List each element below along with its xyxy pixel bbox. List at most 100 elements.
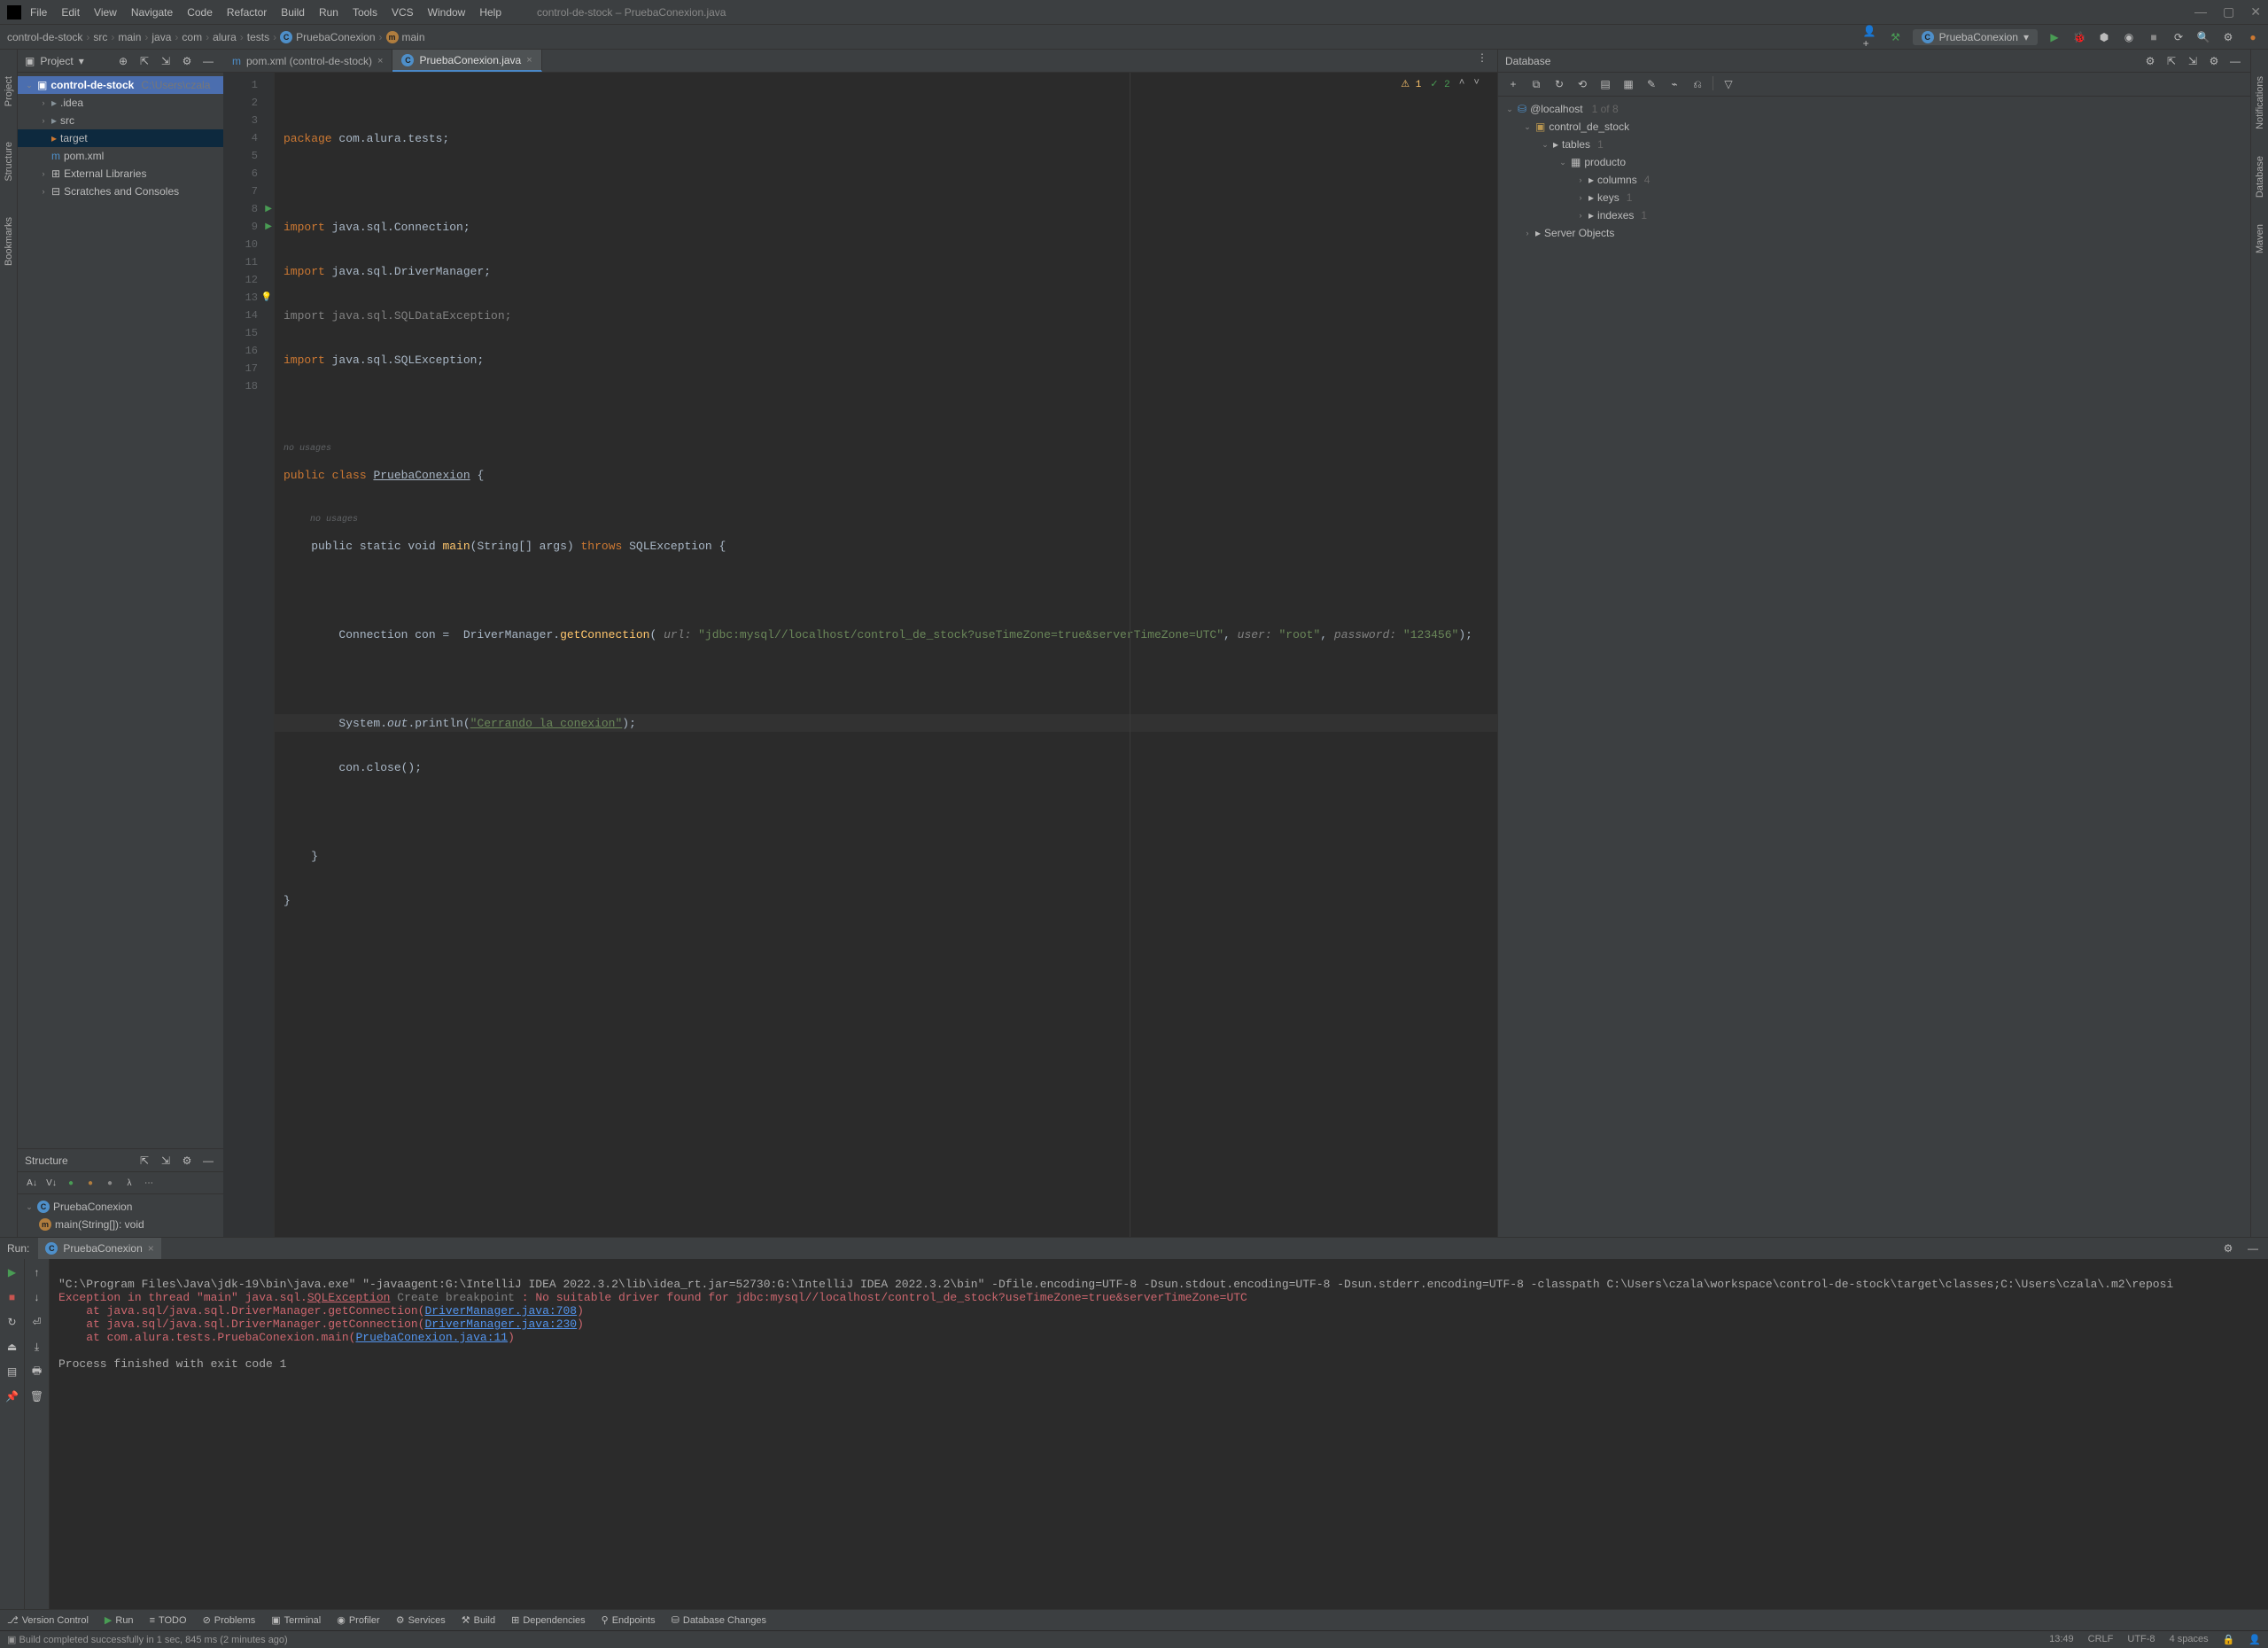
gear-icon[interactable]: ⚙	[179, 53, 195, 69]
exit-icon[interactable]: ⏏	[4, 1339, 20, 1355]
chevron-down-icon[interactable]: ▾	[79, 55, 84, 67]
print-icon[interactable]: 🖶	[29, 1364, 45, 1380]
console-icon[interactable]: ▤	[1597, 76, 1613, 92]
stop-icon[interactable]: ■	[4, 1289, 20, 1305]
edit-icon[interactable]: ✎	[1643, 76, 1659, 92]
readonly-icon[interactable]: 🔒	[2223, 1634, 2235, 1645]
profile-icon[interactable]: ◉	[2121, 29, 2137, 45]
menu-vcs[interactable]: VCS	[392, 6, 414, 19]
avatar-icon[interactable]: ●	[2245, 29, 2261, 45]
run-gutter-icon[interactable]: ▶	[265, 222, 272, 232]
collapse-all-icon[interactable]: ⇲	[158, 53, 174, 69]
tree-row[interactable]: ▸target	[18, 129, 223, 147]
db-columns[interactable]: ›▸columns4	[1498, 171, 2250, 189]
build-icon[interactable]: ⚒	[1888, 29, 1904, 45]
collapse-icon[interactable]: ⇲	[158, 1153, 174, 1169]
inspection-widget[interactable]: ⚠ 1 ✓ 2 ˄˅	[1401, 78, 1480, 90]
sort-alpha-icon[interactable]: A↓	[25, 1176, 39, 1190]
git-update-icon[interactable]: ⟳	[2171, 29, 2186, 45]
tree-row[interactable]: ›▸src	[18, 112, 223, 129]
crumb[interactable]: main	[402, 31, 425, 43]
endpoints-tab[interactable]: ⚲ Endpoints	[602, 1614, 656, 1626]
show-anon-icon[interactable]: ●	[103, 1176, 117, 1190]
tree-row[interactable]: ›⊟Scratches and Consoles	[18, 183, 223, 200]
editor-body[interactable]: 1 2 3 4 5 6 7 8▶ 9▶ 10 11 12 13💡 14 15 1…	[223, 73, 1497, 1237]
tree-row[interactable]: ›▸.idea	[18, 94, 223, 112]
debug-icon[interactable]: 🐞	[2071, 29, 2087, 45]
crumb[interactable]: src	[93, 31, 107, 43]
db-indexes[interactable]: ›▸indexes1	[1498, 206, 2250, 224]
more-icon[interactable]: ⋯	[142, 1176, 156, 1190]
add-config-icon[interactable]: 👤+	[1863, 29, 1879, 45]
menu-refactor[interactable]: Refactor	[227, 6, 267, 19]
project-tree[interactable]: ⌄ ▣ control-de-stock C:\Users\czala ›▸.i…	[18, 73, 223, 232]
crumb[interactable]: alura	[213, 31, 237, 43]
run-config-selector[interactable]: C PruebaConexion ▾	[1913, 29, 2038, 45]
maven-tab[interactable]: Maven	[2255, 224, 2265, 253]
run-tab[interactable]: ▶ Run	[105, 1614, 134, 1626]
menu-code[interactable]: Code	[187, 6, 213, 19]
structure-tree[interactable]: ⌄ C PruebaConexion m main(String[]): voi…	[18, 1194, 223, 1237]
show-fields-icon[interactable]: ●	[64, 1176, 78, 1190]
minimize-icon[interactable]: —	[2194, 4, 2207, 19]
sort-vis-icon[interactable]: V↓	[44, 1176, 58, 1190]
database-tree[interactable]: ⌄ ⛁ @localhost 1 of 8 ⌄▣control_de_stock…	[1498, 97, 2250, 245]
editor-tab-java[interactable]: C PruebaConexion.java ×	[392, 50, 541, 72]
gear-icon[interactable]: ⚙	[2142, 53, 2158, 69]
bulb-icon[interactable]: 💡	[261, 292, 272, 303]
menu-run[interactable]: Run	[319, 6, 338, 19]
run-icon[interactable]: ▶	[2047, 29, 2062, 45]
crumb[interactable]: com	[182, 31, 202, 43]
up-icon[interactable]: ↑	[29, 1264, 45, 1280]
crumb[interactable]: tests	[247, 31, 269, 43]
code-editor[interactable]: ⚠ 1 ✓ 2 ˄˅ package com.alura.tests; impo…	[275, 73, 1497, 1237]
down-icon[interactable]: ↓	[29, 1289, 45, 1305]
show-inherited-icon[interactable]: ●	[83, 1176, 97, 1190]
pin-icon[interactable]: 📌	[4, 1388, 20, 1404]
expand-icon[interactable]: ⇱	[136, 1153, 152, 1169]
tree-row[interactable]: mpom.xml	[18, 147, 223, 165]
db-server-objects[interactable]: ›▸Server Objects	[1498, 224, 2250, 242]
dependencies-tab[interactable]: ⊞ Dependencies	[511, 1614, 586, 1626]
db-keys[interactable]: ›▸keys1	[1498, 189, 2250, 206]
restart-icon[interactable]: ↻	[4, 1314, 20, 1330]
duplicate-icon[interactable]: ⧉	[1528, 76, 1544, 92]
settings-icon[interactable]: ⚙	[2220, 29, 2236, 45]
project-tool-tab[interactable]: Project	[4, 76, 14, 106]
profiler-tab[interactable]: ◉ Profiler	[337, 1614, 379, 1626]
console-output[interactable]: "C:\Program Files\Java\jdk-19\bin\java.e…	[50, 1259, 2268, 1609]
indent[interactable]: 4 spaces	[2170, 1634, 2209, 1645]
collapse-icon[interactable]: ⇲	[2185, 53, 2201, 69]
structure-method[interactable]: m main(String[]): void	[18, 1216, 223, 1233]
version-control-tab[interactable]: ⎇ Version Control	[7, 1614, 89, 1626]
tree-root[interactable]: ⌄ ▣ control-de-stock C:\Users\czala	[18, 76, 223, 94]
layout-icon[interactable]: ▤	[4, 1364, 20, 1380]
menu-navigate[interactable]: Navigate	[131, 6, 173, 19]
problems-tab[interactable]: ⊘ Problems	[203, 1614, 256, 1626]
expand-all-icon[interactable]: ⇱	[136, 53, 152, 69]
line-separator[interactable]: CRLF	[2088, 1634, 2114, 1645]
menu-view[interactable]: View	[94, 6, 117, 19]
search-icon[interactable]: 🔍	[2195, 29, 2211, 45]
select-opened-icon[interactable]: ⊕	[115, 53, 131, 69]
cursor-position[interactable]: 13:49	[2049, 1634, 2074, 1645]
todo-tab[interactable]: ≡ TODO	[150, 1615, 187, 1626]
editor-gutter[interactable]: 1 2 3 4 5 6 7 8▶ 9▶ 10 11 12 13💡 14 15 1…	[223, 73, 275, 1237]
gear-icon[interactable]: ⚙	[179, 1153, 195, 1169]
rerun-icon[interactable]: ▶	[4, 1264, 20, 1280]
tree-row[interactable]: ›⊞External Libraries	[18, 165, 223, 183]
structure-tool-tab[interactable]: Structure	[4, 142, 14, 182]
close-icon[interactable]: ×	[526, 55, 532, 66]
hide-icon[interactable]: —	[200, 53, 216, 69]
db-table[interactable]: ⌄▦producto	[1498, 153, 2250, 171]
stop-icon[interactable]: ■	[2146, 29, 2162, 45]
menu-tools[interactable]: Tools	[353, 6, 377, 19]
editor-tab-pom[interactable]: m pom.xml (control-de-stock) ×	[223, 50, 392, 72]
bookmarks-tool-tab[interactable]: Bookmarks	[4, 217, 14, 266]
run-gutter-icon[interactable]: ▶	[265, 204, 272, 214]
structure-class[interactable]: ⌄ C PruebaConexion	[18, 1198, 223, 1216]
maximize-icon[interactable]: ▢	[2223, 4, 2234, 19]
refresh-icon[interactable]: ↻	[1551, 76, 1567, 92]
services-tab[interactable]: ⚙ Services	[396, 1614, 446, 1626]
inspect-icon[interactable]: 👤	[2249, 1634, 2261, 1645]
